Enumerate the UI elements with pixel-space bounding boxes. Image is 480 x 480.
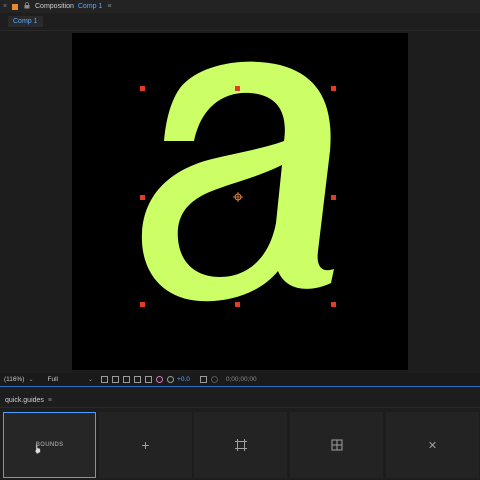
- handle-top-left[interactable]: [140, 86, 145, 91]
- plus-icon: +: [141, 437, 150, 453]
- exposure-value[interactable]: +0.0: [177, 376, 190, 383]
- panel-title-label: Composition: [35, 3, 74, 10]
- mask-path-icon[interactable]: [123, 376, 131, 383]
- canvas-artwork: [140, 61, 336, 307]
- zoom-value: (116%): [4, 376, 25, 383]
- close-icon: ✕: [427, 439, 438, 452]
- composition-icon: [12, 3, 18, 10]
- resolution-select[interactable]: Full ⌄: [48, 376, 94, 383]
- handle-top-center[interactable]: [235, 86, 240, 91]
- composition-viewer[interactable]: [0, 31, 480, 372]
- chevron-down-icon: ⌄: [28, 377, 34, 383]
- quick-guides-title: quick.guides: [5, 397, 44, 404]
- handle-bottom-left[interactable]: [140, 302, 145, 307]
- close-panel-icon[interactable]: ×: [0, 3, 10, 10]
- show-snapshot-icon[interactable]: [210, 376, 218, 383]
- lock-icon[interactable]: [24, 2, 30, 11]
- divider: [0, 407, 480, 408]
- text-layer-glyph[interactable]: [141, 61, 334, 302]
- anchor-point-icon[interactable]: [233, 192, 243, 202]
- transparency-grid-icon[interactable]: [112, 376, 120, 383]
- guides-icon[interactable]: [134, 376, 142, 383]
- handle-bottom-center[interactable]: [235, 302, 240, 307]
- composition-tab-bar: Comp 1: [0, 13, 480, 31]
- current-time[interactable]: 0;00;00;00: [226, 376, 257, 383]
- zoom-select[interactable]: (116%) ⌄: [4, 376, 34, 383]
- composition-panel-header: × Composition Comp 1 ≡: [0, 0, 480, 13]
- handle-top-right[interactable]: [331, 86, 336, 91]
- clear-guides-button[interactable]: ✕: [386, 412, 479, 478]
- viewer-toolbar: (116%) ⌄ Full ⌄ +0.0 0;00;00;00: [0, 373, 480, 387]
- quick-guides-tiles: BOUNDS + ✕: [0, 412, 480, 480]
- quick-guides-menu-icon[interactable]: ≡: [48, 397, 52, 404]
- hand-cursor-icon: [34, 444, 41, 454]
- center-guides-button[interactable]: +: [99, 412, 192, 478]
- resolution-value: Full: [47, 376, 58, 383]
- crop-square-icon: [234, 439, 247, 451]
- bounds-button[interactable]: BOUNDS: [3, 412, 96, 478]
- panel-menu-icon[interactable]: ≡: [107, 3, 111, 10]
- composition-canvas[interactable]: [72, 33, 408, 370]
- handle-bottom-right[interactable]: [331, 302, 336, 307]
- color-picker-icon[interactable]: [156, 376, 164, 383]
- handle-middle-left[interactable]: [140, 195, 145, 200]
- panel-comp-name: Comp 1: [77, 3, 103, 10]
- grid-guides-button[interactable]: [290, 412, 383, 478]
- chevron-down-icon: ⌄: [88, 377, 94, 383]
- tab-comp-1[interactable]: Comp 1: [8, 16, 43, 27]
- panel-title: Composition Comp 1: [35, 3, 102, 10]
- frame-guides-button[interactable]: [194, 412, 287, 478]
- quick-guides-header: quick.guides ≡: [0, 395, 480, 406]
- exposure-icon[interactable]: [167, 376, 175, 383]
- camera-snapshot-icon[interactable]: [199, 376, 207, 383]
- 3d-view-icon[interactable]: [145, 376, 153, 383]
- grid-square-icon: [331, 439, 342, 451]
- handle-middle-right[interactable]: [331, 195, 336, 200]
- region-of-interest-icon[interactable]: [101, 376, 109, 383]
